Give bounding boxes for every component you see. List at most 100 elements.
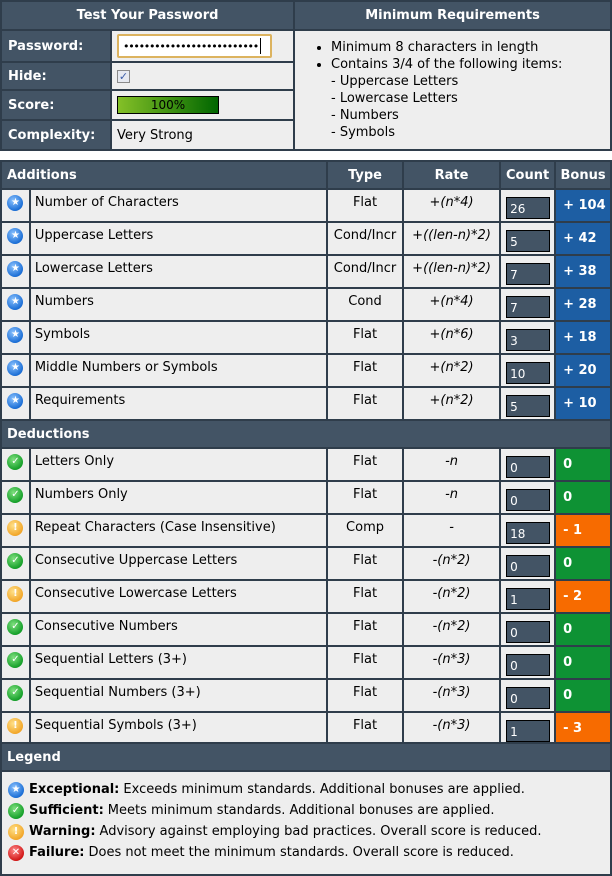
criterion-name: Symbols bbox=[28, 320, 329, 355]
count-field[interactable]: 1 bbox=[506, 719, 551, 742]
sufficient-icon: ✓ bbox=[7, 651, 24, 668]
table-row: ✓ Sequential Letters (3+) Flat -(n*3) 0 0 bbox=[0, 645, 612, 680]
score-bar: 100% bbox=[117, 96, 219, 114]
criterion-rate: -(n*3) bbox=[401, 645, 502, 680]
legend-term: Warning: bbox=[29, 824, 96, 839]
sufficient-icon: ✓ bbox=[7, 684, 24, 701]
count-field[interactable]: 5 bbox=[506, 394, 551, 417]
criterion-name: Sequential Symbols (3+) bbox=[28, 711, 329, 746]
legend-description: Does not meet the minimum standards. Ove… bbox=[88, 845, 514, 860]
criterion-type: Cond/Incr bbox=[326, 254, 404, 289]
legend-item: ✕ Failure: Does not meet the minimum stand… bbox=[8, 842, 610, 863]
count-field[interactable]: 7 bbox=[506, 262, 551, 285]
warning-icon: ! bbox=[7, 717, 24, 734]
score-label: Score: bbox=[0, 89, 112, 121]
criterion-name: Lowercase Letters bbox=[28, 254, 329, 289]
table-row: ! Consecutive Lowercase Letters Flat -(n*2)… bbox=[0, 579, 612, 614]
legend-description: Meets minimum standards. Additional bonu… bbox=[107, 803, 495, 818]
requirements-list: Minimum 8 characters in length Contains … bbox=[293, 29, 612, 151]
table-row: ★ Requirements Flat +(n*2) 5 + 10 bbox=[0, 386, 612, 421]
criterion-rate: -n bbox=[401, 480, 502, 515]
table-row: ✓ Sequential Numbers (3+) Flat -(n*3) 0 0 bbox=[0, 678, 612, 713]
criterion-rate: +(n*4) bbox=[401, 188, 502, 223]
criterion-name: Letters Only bbox=[28, 447, 329, 482]
bonus-value: + 104 bbox=[554, 188, 612, 223]
criterion-name: Consecutive Uppercase Letters bbox=[28, 546, 329, 581]
password-input[interactable]: •••••••••••••••••••••••••• bbox=[117, 34, 272, 58]
criterion-type: Flat bbox=[326, 320, 404, 355]
criterion-name: Uppercase Letters bbox=[28, 221, 329, 256]
bonus-value: - 3 bbox=[554, 711, 612, 746]
failure-icon: ✕ bbox=[8, 844, 24, 861]
count-field[interactable]: 0 bbox=[506, 554, 551, 577]
criterion-type: Flat bbox=[326, 188, 404, 223]
minimum-requirements-header: Minimum Requirements bbox=[293, 0, 612, 31]
deductions-header: Deductions bbox=[0, 419, 612, 449]
bonus-value: + 10 bbox=[554, 386, 612, 421]
criterion-type: Flat bbox=[326, 480, 404, 515]
additions-header: Additions bbox=[0, 160, 329, 190]
bonus-value: - 1 bbox=[554, 513, 612, 548]
exceptional-icon: ★ bbox=[7, 293, 24, 310]
table-row: ! Sequential Symbols (3+) Flat -(n*3) 1- 3 bbox=[0, 711, 612, 746]
criterion-type: Flat bbox=[326, 579, 404, 614]
criterion-type: Flat bbox=[326, 612, 404, 647]
table-row: ★ Symbols Flat +(n*6) 3 + 18 bbox=[0, 320, 612, 355]
count-field[interactable]: 0 bbox=[506, 488, 551, 511]
count-field[interactable]: 10 bbox=[506, 361, 551, 384]
rate-column-header: Rate bbox=[401, 160, 502, 190]
table-row: ✓ Consecutive Uppercase Letters Flat -(n*2)… bbox=[0, 546, 612, 581]
criterion-type: Flat bbox=[326, 678, 404, 713]
count-field[interactable]: 18 bbox=[506, 521, 551, 544]
table-row: ★ Uppercase Letters Cond/Incr +((len-n)*2) 5… bbox=[0, 221, 612, 256]
requirement-subitem: - Lowercase Letters bbox=[331, 91, 458, 106]
criterion-rate: +(n*6) bbox=[401, 320, 502, 355]
exceptional-icon: ★ bbox=[7, 260, 24, 277]
table-row: ✓ Consecutive Numbers Flat -(n*2) 0 0 bbox=[0, 612, 612, 647]
count-field[interactable]: 3 bbox=[506, 328, 551, 351]
count-field[interactable]: 1 bbox=[506, 587, 551, 610]
count-field[interactable]: 0 bbox=[506, 686, 551, 709]
count-field[interactable]: 0 bbox=[506, 455, 551, 478]
legend-description: Advisory against employing bad practices… bbox=[99, 824, 542, 839]
sufficient-icon: ✓ bbox=[7, 618, 24, 635]
criterion-rate: +(n*2) bbox=[401, 353, 502, 388]
count-field[interactable]: 0 bbox=[506, 653, 551, 676]
count-field[interactable]: 0 bbox=[506, 620, 551, 643]
count-field[interactable]: 26 bbox=[506, 196, 551, 219]
warning-icon: ! bbox=[7, 519, 24, 536]
bonus-value: 0 bbox=[554, 678, 612, 713]
legend-panel: Legend ★ Exceptional: Exceeds minimum stan… bbox=[0, 742, 612, 876]
hide-checkbox[interactable]: ✓ bbox=[117, 69, 130, 83]
criterion-type: Flat bbox=[326, 711, 404, 746]
criterion-name: Middle Numbers or Symbols bbox=[28, 353, 329, 388]
criterion-name: Consecutive Lowercase Letters bbox=[28, 579, 329, 614]
legend-term: Failure: bbox=[29, 845, 85, 860]
criterion-name: Repeat Characters (Case Insensitive) bbox=[28, 513, 329, 548]
criterion-type: Flat bbox=[326, 546, 404, 581]
sufficient-icon: ✓ bbox=[7, 552, 24, 569]
criterion-name: Sequential Letters (3+) bbox=[28, 645, 329, 680]
password-masked-value: •••••••••••••••••••••••••• bbox=[123, 39, 259, 53]
table-row: ★ Lowercase Letters Cond/Incr +((len-n)*2) 7… bbox=[0, 254, 612, 289]
legend-item: ✓ Sufficient: Meets minimum standards. Add… bbox=[8, 800, 610, 821]
criterion-name: Number of Characters bbox=[28, 188, 329, 223]
complexity-label: Complexity: bbox=[0, 119, 112, 151]
bonus-column-header: Bonus bbox=[554, 160, 612, 190]
count-field[interactable]: 7 bbox=[506, 295, 551, 318]
criterion-rate: +((len-n)*2) bbox=[401, 221, 502, 256]
legend-term: Exceptional: bbox=[29, 782, 120, 797]
score-breakdown-table: Additions Type Rate Count Bonus ★ Number … bbox=[0, 160, 612, 746]
bonus-value: 0 bbox=[554, 546, 612, 581]
table-row: ★ Middle Numbers or Symbols Flat +(n*2) 10 + … bbox=[0, 353, 612, 388]
count-field[interactable]: 5 bbox=[506, 229, 551, 252]
bonus-value: + 28 bbox=[554, 287, 612, 322]
bonus-value: - 2 bbox=[554, 579, 612, 614]
legend-description: Exceeds minimum standards. Additional bo… bbox=[123, 782, 525, 797]
bonus-value: 0 bbox=[554, 480, 612, 515]
requirement-item: Contains 3/4 of the following items: bbox=[331, 56, 610, 73]
criterion-rate: -(n*3) bbox=[401, 678, 502, 713]
password-label: Password: bbox=[0, 29, 112, 63]
criterion-type: Cond bbox=[326, 287, 404, 322]
exceptional-icon: ★ bbox=[8, 781, 24, 798]
